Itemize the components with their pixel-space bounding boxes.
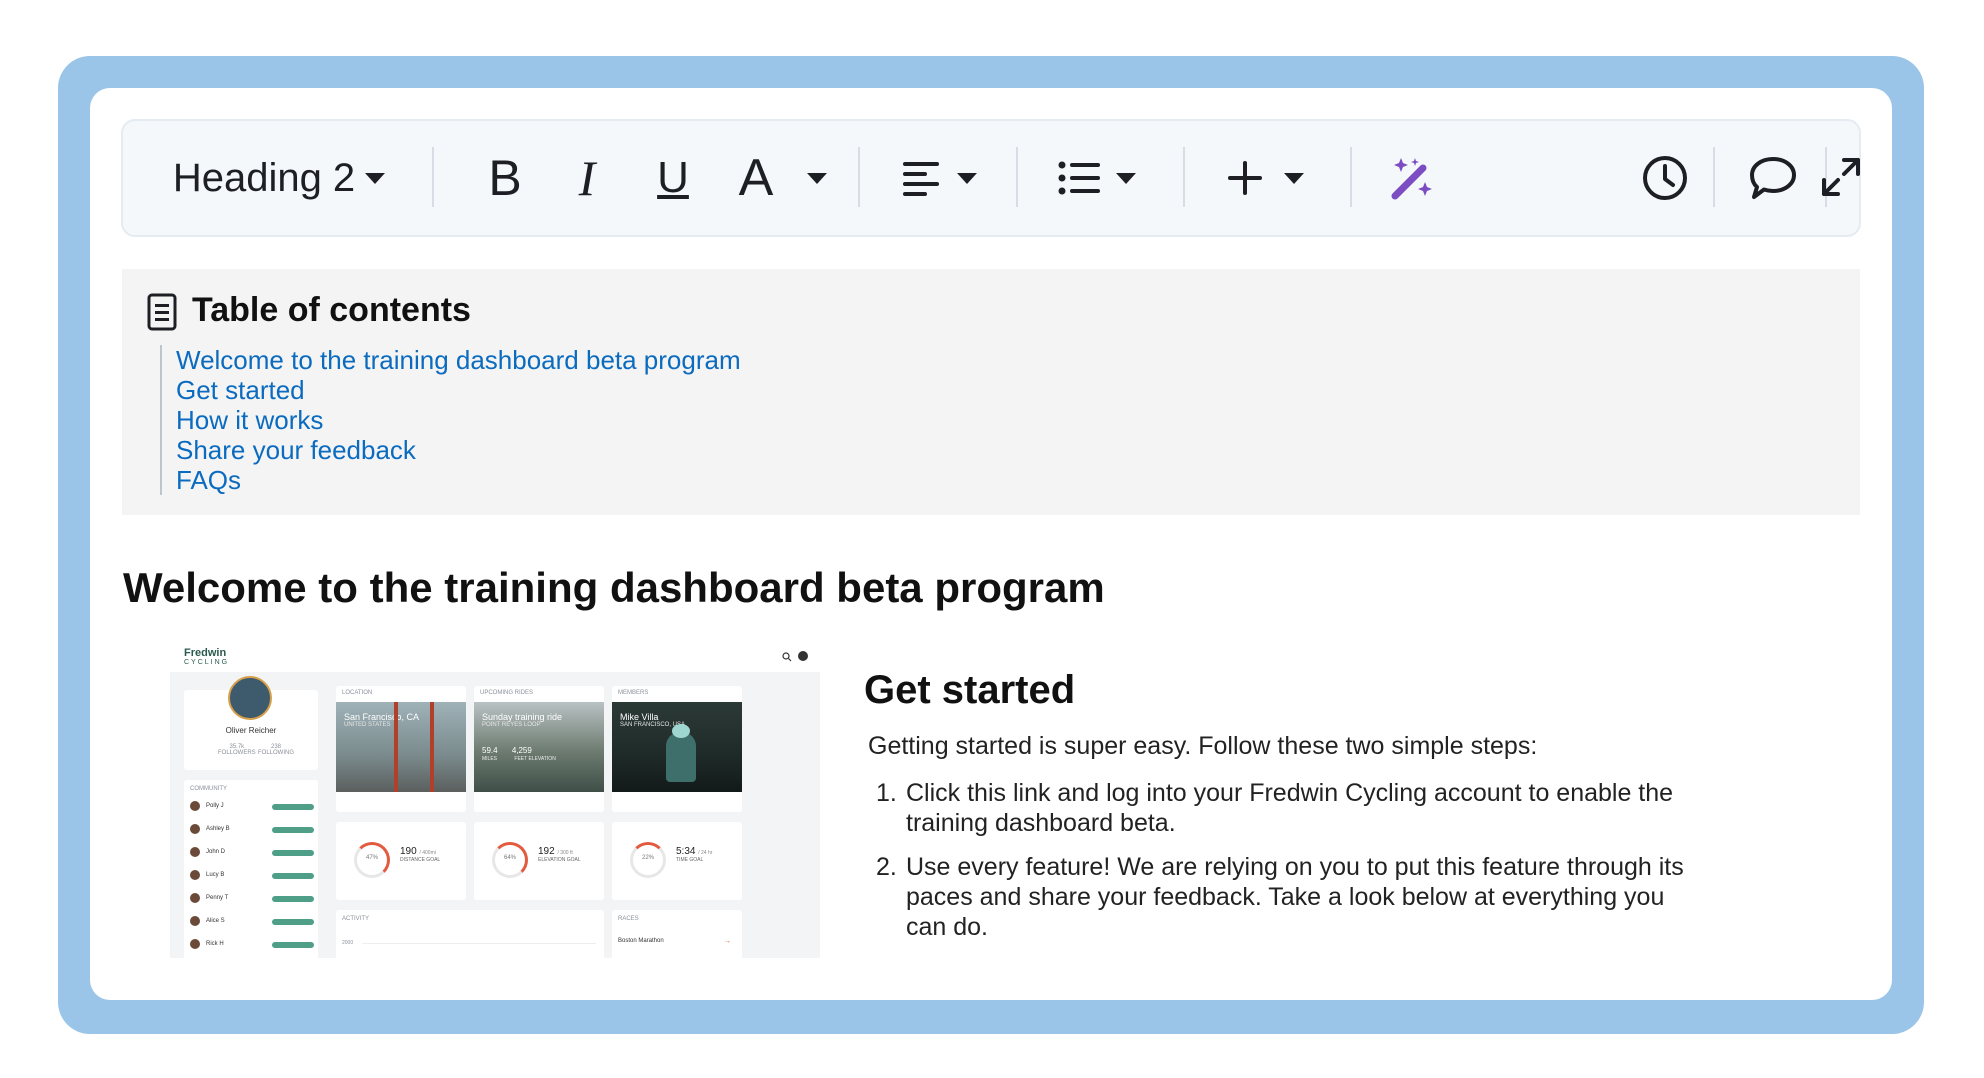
underline-button[interactable]: U xyxy=(641,121,705,235)
document-icon xyxy=(147,293,177,331)
toolbar-separator xyxy=(1016,147,1018,207)
activity-panel: ACTIVITY 2000 xyxy=(336,910,604,958)
list-item: 2. Use every feature! We are relying on … xyxy=(876,853,1684,941)
elevation-goal: 64% 192 / 300 ft ELEVATION GOAL xyxy=(474,822,604,900)
profile-panel: Oliver Reicher 35.7k FOLLOWERS 238 FOLLOWI… xyxy=(184,676,318,770)
time-goal: 22% 5:34 / 24 hr TIME GOAL xyxy=(612,822,742,900)
follow-button[interactable] xyxy=(272,942,314,948)
races-panel: RACES Boston Marathon → xyxy=(612,910,742,958)
toolbar-separator xyxy=(1183,147,1185,207)
follow-button[interactable] xyxy=(272,804,314,810)
list-item[interactable]: John D xyxy=(190,846,225,858)
list-item[interactable]: Ashley B xyxy=(190,823,230,835)
insert-dropdown[interactable] xyxy=(1215,121,1315,235)
align-dropdown[interactable] xyxy=(889,121,989,235)
list-item[interactable]: Lucy B xyxy=(190,869,224,881)
comment-icon xyxy=(1750,157,1796,199)
followers-stat: 35.7k FOLLOWERS xyxy=(218,744,256,756)
editor-card: Heading 2 B I U A Table of contents Welc… xyxy=(90,88,1892,1000)
follow-button[interactable] xyxy=(272,827,314,833)
toolbar-separator xyxy=(1350,147,1352,207)
table-of-contents: Table of contents Welcome to the trainin… xyxy=(122,269,1860,515)
follow-button[interactable] xyxy=(272,873,314,879)
formatting-toolbar: Heading 2 B I U A xyxy=(121,119,1861,237)
location-card[interactable]: LOCATION San Francisco, CA UNITED STATES xyxy=(336,686,466,812)
chevron-down-icon xyxy=(807,172,828,184)
history-button[interactable] xyxy=(1633,121,1697,235)
search-icon xyxy=(782,652,792,662)
follow-button[interactable] xyxy=(272,896,314,902)
members-card[interactable]: MEMBERS Mike Villa SAN FRANCISCO, USA xyxy=(612,686,742,812)
chevron-down-icon xyxy=(365,172,386,184)
upcoming-rides-card[interactable]: UPCOMING RIDES Sunday training ride POINT… xyxy=(474,686,604,812)
toolbar-separator xyxy=(432,147,434,207)
toc-link-share-feedback[interactable]: Share your feedback xyxy=(176,435,741,465)
list-item: 1. Click this link and log into your Fre… xyxy=(876,779,1674,837)
follow-button[interactable] xyxy=(272,850,314,856)
expand-icon[interactable] xyxy=(1818,154,1864,205)
profile-name: Oliver Reicher xyxy=(225,726,277,735)
intro-text: Getting started is super easy. Follow th… xyxy=(868,732,1538,760)
bold-icon: B xyxy=(488,150,522,206)
avatar xyxy=(798,651,808,661)
toc-link-welcome[interactable]: Welcome to the training dashboard beta p… xyxy=(176,345,741,375)
toc-link-get-started[interactable]: Get started xyxy=(176,375,741,405)
community-label: COMMUNITY xyxy=(190,786,227,792)
heading-get-started: Get started xyxy=(864,668,1076,712)
plus-icon xyxy=(1228,161,1262,195)
brand-logo: Fredwin CYCLING xyxy=(184,647,230,667)
list-item[interactable]: Penny T xyxy=(190,892,228,904)
text-color-dropdown[interactable]: A xyxy=(723,121,843,235)
list-item[interactable]: Alice S xyxy=(190,915,225,927)
bullet-list-icon xyxy=(1058,161,1100,195)
underline-icon: U xyxy=(657,153,689,202)
steps-list: 1. Click this link and log into your Fre… xyxy=(868,778,1688,956)
outer-frame: Heading 2 B I U A Table of contents Welc… xyxy=(58,56,1924,1034)
text-style-label: Heading 2 xyxy=(172,155,356,200)
toc-link-how-it-works[interactable]: How it works xyxy=(176,405,741,435)
italic-icon: I xyxy=(578,150,596,206)
toolbar-separator xyxy=(858,147,860,207)
toc-link-faqs[interactable]: FAQs xyxy=(176,465,741,495)
ai-assist-button[interactable] xyxy=(1379,121,1443,235)
align-left-icon xyxy=(903,162,939,196)
bold-button[interactable]: B xyxy=(473,121,537,235)
list-dropdown[interactable] xyxy=(1047,121,1147,235)
magic-wand-icon xyxy=(1391,158,1432,200)
toc-title: Table of contents xyxy=(192,291,471,329)
list-item[interactable]: Rick H xyxy=(190,938,224,950)
clock-icon xyxy=(1643,156,1687,200)
heading-welcome: Welcome to the training dashboard beta p… xyxy=(123,564,1105,611)
profile-avatar xyxy=(228,676,272,720)
community-panel: COMMUNITY Polly J Ashley B John D Lucy B… xyxy=(184,780,318,958)
chevron-down-icon xyxy=(1284,172,1304,184)
dashboard-screenshot: Fredwin CYCLING Oliver Reicher 35.7k FOLL… xyxy=(170,644,820,958)
following-stat: 238 FOLLOWING xyxy=(258,744,295,756)
comment-button[interactable] xyxy=(1741,121,1805,235)
list-item[interactable]: Polly J xyxy=(190,800,224,812)
follow-button[interactable] xyxy=(272,919,314,925)
text-color-icon: A xyxy=(738,149,774,207)
italic-button[interactable]: I xyxy=(555,121,619,235)
chevron-down-icon xyxy=(1116,172,1136,184)
toolbar-separator xyxy=(1713,147,1715,207)
toc-list: Welcome to the training dashboard beta p… xyxy=(160,345,741,495)
distance-goal: 47% 190 / 400mi DISTANCE GOAL xyxy=(336,822,466,900)
chevron-down-icon xyxy=(957,172,977,184)
text-style-dropdown[interactable]: Heading 2 xyxy=(169,121,389,235)
dashboard-header: Fredwin CYCLING xyxy=(170,644,820,672)
